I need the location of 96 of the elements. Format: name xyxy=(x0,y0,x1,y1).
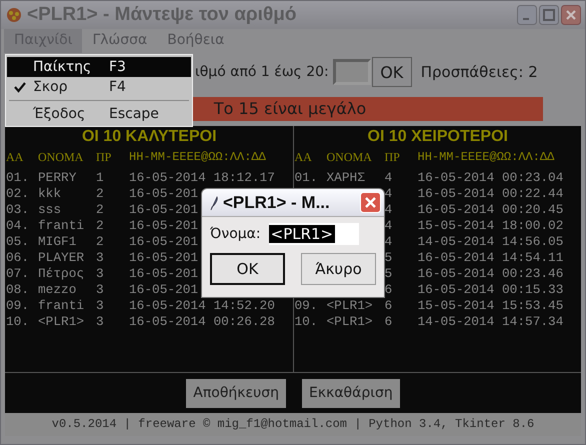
table-cell: 3 xyxy=(96,298,104,313)
table-cell: 14-05-2014 14:57.34 xyxy=(418,314,564,329)
table-cell: 2 xyxy=(96,186,104,201)
column-header: ΠΡ xyxy=(384,150,401,166)
table-cell: 16-05-201 xyxy=(129,186,198,201)
column-header: ΑΑ xyxy=(294,150,313,166)
table-cell: PLAYER xyxy=(38,250,84,265)
table-cell: 5 xyxy=(384,266,392,281)
scoreboard-title: ΟΙ 10 ΚΑΛΥΤΕΡΟΙ xyxy=(80,127,218,147)
attempts-label: Προσπάθειες: 2 xyxy=(420,63,538,81)
name-field[interactable]: <PLR1> xyxy=(268,223,359,245)
table-cell: 01. xyxy=(6,170,30,185)
table-cell: sss xyxy=(38,202,62,217)
app-icon xyxy=(6,7,22,23)
table-cell: PERRY xyxy=(38,170,76,185)
scoreboard-title: ΟΙ 10 ΧΕΙΡΟΤΕΡΟΙ xyxy=(366,127,509,147)
close-icon[interactable] xyxy=(561,5,581,25)
name-label: Όνομα: xyxy=(210,226,261,242)
menu-item[interactable]: Σκορ F4 xyxy=(7,77,191,97)
dialog-button[interactable]: OK xyxy=(210,253,285,285)
table-cell: ΧΑΡΗΣ xyxy=(326,170,365,185)
column-header: ΟΝΟΜΑ xyxy=(38,150,84,166)
column-header: ΟΝΟΜΑ xyxy=(326,150,373,166)
table-cell: franti xyxy=(38,298,84,313)
table-cell: 3 xyxy=(96,314,104,329)
table-cell: 3 xyxy=(96,250,104,265)
column-header: ΑΑ xyxy=(6,150,24,166)
table-cell: 15-05-2014 15:53.45 xyxy=(418,298,564,313)
table-cell: 01. xyxy=(294,170,318,185)
table-cell: 16-05-2014 00:23.04 xyxy=(418,170,564,185)
table-cell: 15-05-2014 18:00.02 xyxy=(418,218,564,233)
table-cell: 02. xyxy=(6,186,30,201)
action-button[interactable]: Αποθήκευση xyxy=(186,378,286,408)
table-cell: 10. xyxy=(294,314,318,329)
column-header: ΗΗ-ΜΜ-ΕΕΕΕ@ΩΩ:ΛΛ:ΔΔ xyxy=(418,150,556,166)
column-header: ΠΡ xyxy=(96,150,112,166)
table-cell: 10. xyxy=(6,314,30,329)
table-cell: 5 xyxy=(384,250,392,265)
ok-button[interactable]: OK xyxy=(372,57,412,87)
table-cell: MIGF1 xyxy=(38,234,76,249)
status-bar: v0.5.2014 | freeware © mig_f1@hotmail.com | Python 3.4, Tkinter 8.6 xyxy=(5,413,581,436)
prompt-label: ιθμό από 1 έως 20: xyxy=(195,64,329,80)
table-cell: 16-05-2014 00:15.33 xyxy=(418,282,564,297)
table-cell: 16-05-2014 00:20.45 xyxy=(418,202,564,217)
table-cell: franti xyxy=(38,218,84,233)
table-cell: 4 xyxy=(384,218,392,233)
table-cell: 16-05-2014 00:23.46 xyxy=(418,266,564,281)
table-cell: 4 xyxy=(384,170,392,185)
table-cell: 06. xyxy=(6,250,30,265)
table-cell: 16-05-2014 14:52.20 xyxy=(129,298,275,313)
table-cell: 09. xyxy=(6,298,30,313)
table-cell: 14-05-2014 14:56.05 xyxy=(418,234,564,249)
table-cell: kkk xyxy=(38,186,62,201)
feather-icon xyxy=(209,194,219,210)
table-cell: 1 xyxy=(96,170,104,185)
table-cell: Πέτρος xyxy=(38,266,84,281)
column-header: ΗΗ-ΜΜ-ΕΕΕΕ@ΩΩ:ΛΛ:ΔΔ xyxy=(129,150,267,166)
table-cell: 3 xyxy=(96,282,104,297)
table-cell: 4 xyxy=(384,186,392,201)
table-cell: 03. xyxy=(6,202,30,217)
table-cell: mezzo xyxy=(38,282,76,297)
table-cell: 6 xyxy=(384,314,392,329)
maximize-icon[interactable] xyxy=(539,5,559,25)
table-cell: 6 xyxy=(384,282,392,297)
table-cell: <PLR1> xyxy=(326,314,373,329)
table-cell: 2 xyxy=(96,202,104,217)
table-cell: 16-05-201 xyxy=(129,266,198,281)
guess-input[interactable] xyxy=(332,59,371,85)
menu-item[interactable]: Παίκτης F3 xyxy=(7,57,191,77)
table-cell: 16-05-201 xyxy=(129,282,198,297)
table-cell: 08. xyxy=(6,282,30,297)
action-button[interactable]: Εκκαθάριση xyxy=(302,378,400,408)
table-cell: 16-05-2014 14:54.11 xyxy=(418,250,564,265)
table-cell: 4 xyxy=(384,234,392,249)
table-cell: 04. xyxy=(6,218,30,233)
table-cell: 3 xyxy=(96,266,104,281)
table-cell: 4 xyxy=(384,202,392,217)
table-cell: 16-05-201 xyxy=(129,218,198,233)
table-cell: 09. xyxy=(294,298,318,313)
table-cell: 07. xyxy=(6,266,30,281)
table-cell: 16-05-2014 00:26.28 xyxy=(129,314,275,329)
table-cell: 2 xyxy=(96,234,104,249)
table-cell: <PLR1> xyxy=(38,314,84,329)
table-cell: 05. xyxy=(6,234,30,249)
table-cell: 16-05-201 xyxy=(129,234,198,249)
dialog-button[interactable]: Άκυρο xyxy=(301,253,376,285)
table-cell: 16-05-2014 00:22.44 xyxy=(418,186,564,201)
table-cell: 16-05-2014 18:12.17 xyxy=(129,170,275,185)
table-cell: <PLR1> xyxy=(326,298,373,313)
table-cell: 2 xyxy=(96,218,104,233)
table-cell: 16-05-201 xyxy=(129,250,198,265)
dialog-title: <PLR1> - Μ... xyxy=(223,192,331,212)
table-cell: 6 xyxy=(384,298,392,313)
minimize-icon[interactable] xyxy=(517,5,537,25)
table-cell: 16-05-201 xyxy=(129,202,198,217)
window-title: <PLR1> - Μάντεψε τον αριθμό xyxy=(27,4,298,26)
